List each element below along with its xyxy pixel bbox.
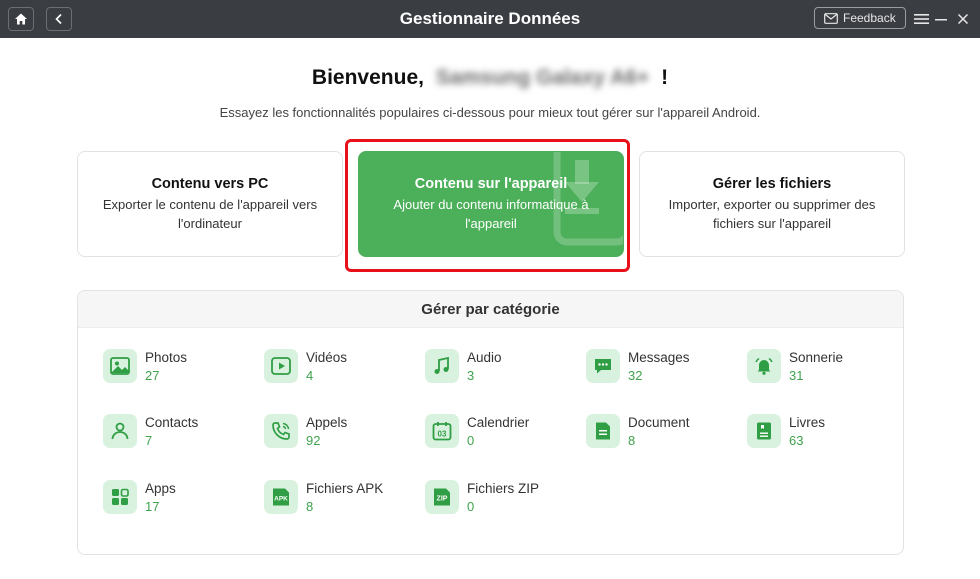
card-title: Contenu vers PC <box>151 175 269 192</box>
photo-icon <box>103 349 137 383</box>
category-count: 3 <box>467 368 475 383</box>
category-title: Gérer par catégorie <box>78 291 903 328</box>
category-name: Audio <box>467 350 502 365</box>
category-name: Fichiers APK <box>306 481 384 496</box>
category-count: 7 <box>145 433 153 448</box>
message-icon <box>586 349 620 383</box>
device-name: Samsung Galaxy A6+ <box>435 66 650 89</box>
category-name: Fichiers ZIP <box>467 481 540 496</box>
video-icon <box>264 349 298 383</box>
phone-icon <box>264 414 298 448</box>
category-name: Calendrier <box>467 415 530 430</box>
category-contacts[interactable]: Contacts 7 <box>103 414 253 454</box>
category-name: Apps <box>145 481 176 496</box>
category-videos[interactable]: Vidéos 4 <box>264 349 414 389</box>
apk-icon: APK <box>264 480 298 514</box>
category-panel: Gérer par catégorie Photos 27 Vidéos 4 Aud… <box>77 290 904 555</box>
category-books[interactable]: Livres 63 <box>747 414 897 454</box>
category-count: 31 <box>789 368 804 383</box>
category-zip-files[interactable]: ZIP Fichiers ZIP 0 <box>425 480 575 520</box>
category-name: Document <box>628 415 690 430</box>
book-icon <box>747 414 781 448</box>
category-ringtones[interactable]: Sonnerie 31 <box>747 349 897 389</box>
category-count: 17 <box>145 499 160 514</box>
category-name: Appels <box>306 415 348 430</box>
calendar-icon: 03 <box>425 414 459 448</box>
category-name: Photos <box>145 350 188 365</box>
category-name: Contacts <box>145 415 199 430</box>
category-count: 4 <box>306 368 314 383</box>
category-calendar[interactable]: 03 Calendrier 0 <box>425 414 575 454</box>
close-button[interactable] <box>953 9 973 29</box>
menu-icon <box>913 14 929 24</box>
category-name: Vidéos <box>306 350 348 365</box>
category-count: 8 <box>306 499 314 514</box>
document-icon <box>586 414 620 448</box>
welcome-exclamation: ! <box>661 66 669 89</box>
card-description: Importer, exporter ou supprimer des fich… <box>668 196 876 231</box>
category-photos[interactable]: Photos 27 <box>103 349 253 389</box>
welcome-heading: Bienvenue, Samsung Galaxy A6+ ! <box>0 66 980 90</box>
card-manage-files[interactable]: Gérer les fichiers Importer, exporter ou… <box>639 151 905 257</box>
calendar-day-label: 03 <box>438 430 447 439</box>
zip-icon: ZIP <box>425 480 459 514</box>
category-count: 92 <box>306 433 321 448</box>
title-bar: Gestionnaire Données Feedback <box>0 0 980 38</box>
feedback-button[interactable]: Feedback <box>814 7 906 29</box>
card-title: Contenu sur l'appareil <box>414 175 568 192</box>
category-count: 0 <box>467 433 475 448</box>
apk-label: APK <box>274 496 288 503</box>
card-content-to-pc[interactable]: Contenu vers PC Exporter le contenu de l… <box>77 151 343 257</box>
category-apk-files[interactable]: APK Fichiers APK 8 <box>264 480 414 520</box>
bell-icon <box>747 349 781 383</box>
apps-icon <box>103 480 137 514</box>
close-icon <box>957 13 969 25</box>
welcome-greeting: Bienvenue, <box>311 66 424 89</box>
category-count: 63 <box>789 433 804 448</box>
category-name: Livres <box>789 415 826 430</box>
mail-icon <box>824 12 838 24</box>
card-title: Gérer les fichiers <box>712 175 832 192</box>
category-count: 32 <box>628 368 643 383</box>
category-name: Sonnerie <box>789 350 844 365</box>
menu-button[interactable] <box>911 9 931 29</box>
category-messages[interactable]: Messages 32 <box>586 349 736 389</box>
category-name: Messages <box>628 350 690 365</box>
contact-icon <box>103 414 137 448</box>
category-count: 8 <box>628 433 636 448</box>
category-count: 27 <box>145 368 160 383</box>
card-description: Ajouter du contenu informatique à l'appa… <box>393 196 589 231</box>
minimize-icon <box>935 19 947 21</box>
category-calls[interactable]: Appels 92 <box>264 414 414 454</box>
card-description: Exporter le contenu de l'appareil vers l… <box>102 196 318 231</box>
category-documents[interactable]: Document 8 <box>586 414 736 454</box>
category-apps[interactable]: Apps 17 <box>103 480 253 520</box>
music-icon <box>425 349 459 383</box>
zip-label: ZIP <box>437 496 448 503</box>
category-audio[interactable]: Audio 3 <box>425 349 575 389</box>
welcome-subtitle: Essayez les fonctionnalités populaires c… <box>219 105 761 120</box>
feedback-label: Feedback <box>843 11 896 25</box>
category-count: 0 <box>467 499 475 514</box>
minimize-button[interactable] <box>931 9 951 29</box>
